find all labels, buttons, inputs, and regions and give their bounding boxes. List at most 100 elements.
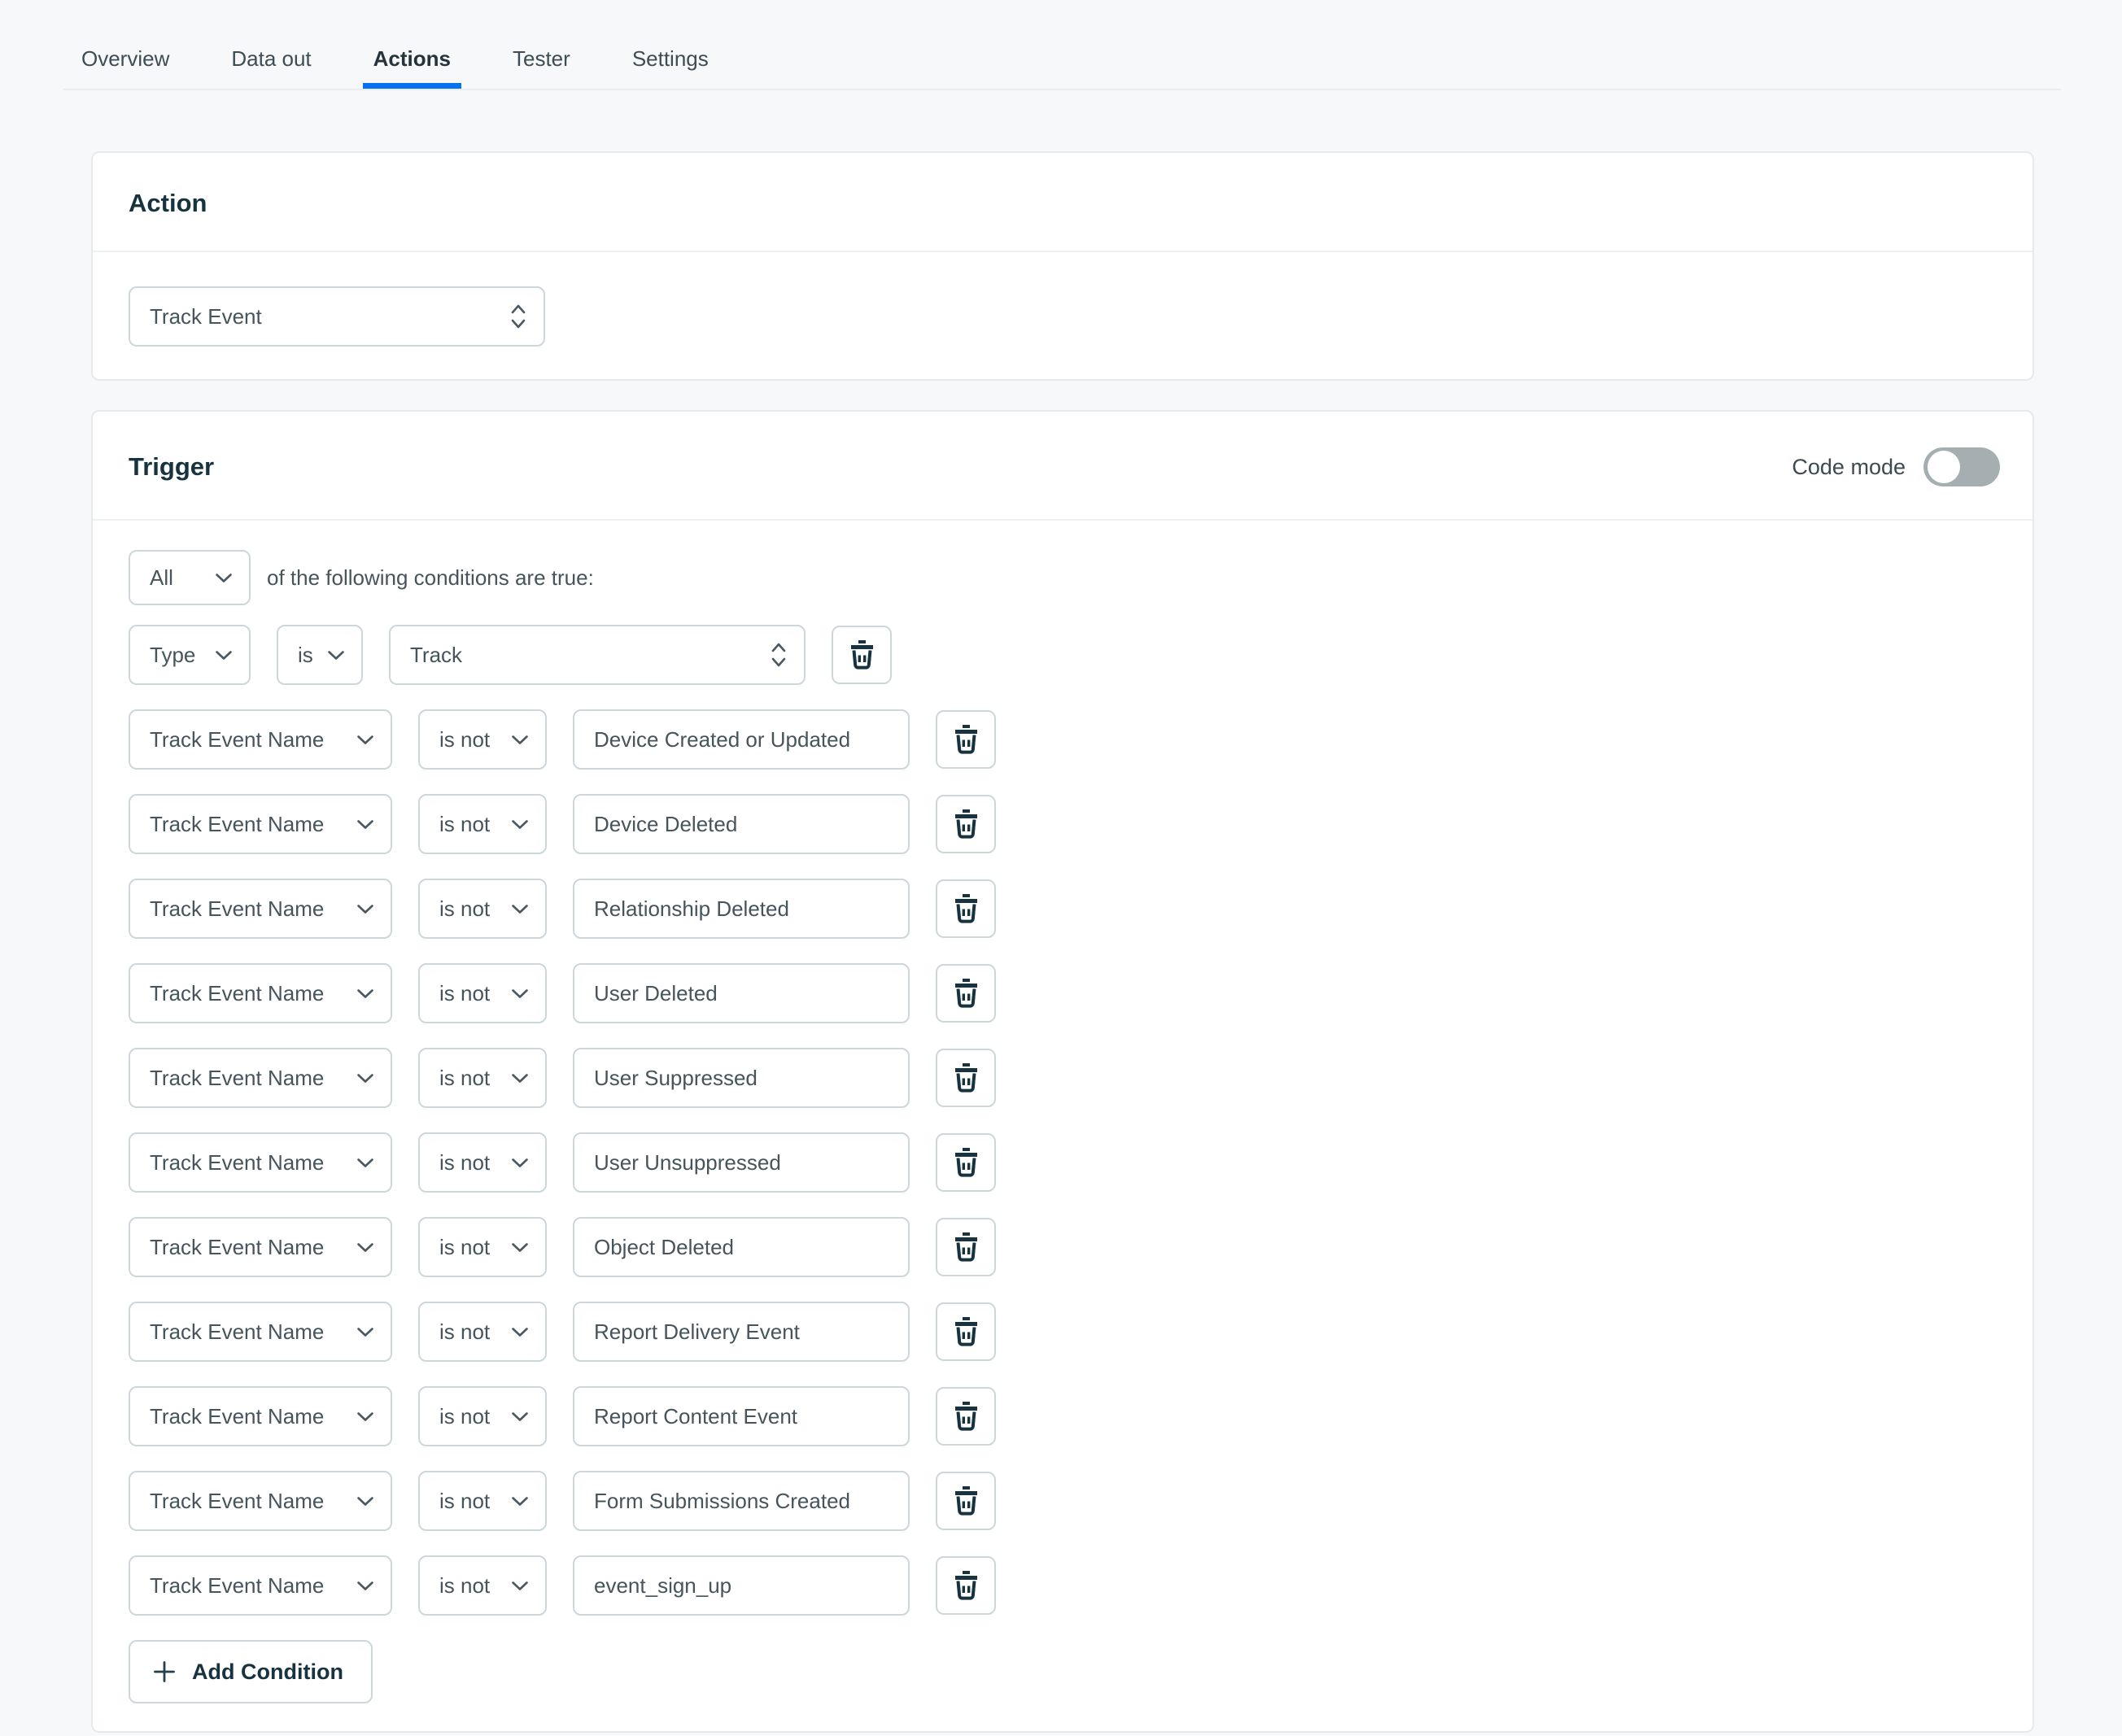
action-type-select[interactable]: Track Event [129, 286, 545, 347]
condition-operator-select[interactable]: is not [418, 1555, 547, 1616]
delete-condition-button[interactable] [936, 1387, 996, 1446]
condition-field-value: Track Event Name [150, 812, 324, 837]
tab-overview[interactable]: Overview [81, 46, 169, 72]
condition-value-field[interactable]: User Unsuppressed [573, 1132, 910, 1193]
condition-value-field[interactable]: Device Deleted [573, 794, 910, 854]
condition-field-select[interactable]: Track Event Name [129, 1555, 392, 1616]
condition-field-select[interactable]: Track Event Name [129, 1217, 392, 1277]
delete-condition-button[interactable] [936, 1302, 996, 1361]
delete-condition-button[interactable] [832, 626, 892, 684]
condition-row: Track Event Name is not User Suppressed [129, 1048, 1997, 1108]
condition-value-field[interactable]: Device Created or Updated [573, 709, 910, 770]
condition-value-field[interactable]: Relationship Deleted [573, 879, 910, 939]
condition-operator-select[interactable]: is not [418, 1132, 547, 1193]
condition-operator-select[interactable]: is not [418, 1048, 547, 1108]
condition-operator-select[interactable]: is not [418, 794, 547, 854]
condition-operator-value: is not [439, 1489, 490, 1514]
tab-data-out[interactable]: Data out [231, 46, 311, 72]
condition-value-text: Object Deleted [594, 1235, 734, 1260]
condition-value-field[interactable]: Report Delivery Event [573, 1302, 910, 1362]
action-card: Action Track Event [91, 151, 2034, 381]
condition-field-value: Track Event Name [150, 1150, 324, 1176]
condition-field-value: Track Event Name [150, 1489, 324, 1514]
plus-icon [151, 1659, 177, 1685]
chevron-down-icon [511, 1581, 529, 1591]
condition-field-select[interactable]: Track Event Name [129, 1132, 392, 1193]
delete-condition-button[interactable] [936, 1218, 996, 1276]
condition-value-field[interactable]: User Deleted [573, 963, 910, 1023]
condition-operator-select[interactable]: is not [418, 1386, 547, 1446]
delete-condition-button[interactable] [936, 1556, 996, 1615]
condition-operator-value: is not [439, 1066, 490, 1091]
condition-operator-select[interactable]: is not [418, 1471, 547, 1531]
condition-value-field[interactable]: Form Submissions Created [573, 1471, 910, 1531]
chevron-down-icon [511, 1327, 529, 1337]
condition-value-text: Report Delivery Event [594, 1319, 800, 1345]
condition-value-field[interactable]: event_sign_up [573, 1555, 910, 1616]
tab-settings[interactable]: Settings [632, 46, 709, 72]
delete-condition-button[interactable] [936, 1133, 996, 1192]
condition-row: Track Event Name is not Object Deleted [129, 1217, 1997, 1277]
condition-operator-select[interactable]: is not [418, 879, 547, 939]
delete-condition-button[interactable] [936, 1472, 996, 1530]
condition-field-value: Track Event Name [150, 981, 324, 1006]
condition-field-select[interactable]: Track Event Name [129, 794, 392, 854]
condition-value-text: Relationship Deleted [594, 896, 789, 922]
condition-row: Track Event Name is not Form Submissions… [129, 1471, 1997, 1531]
chevron-down-icon [356, 1327, 374, 1337]
condition-field-value: Track Event Name [150, 1319, 324, 1345]
condition-value-field[interactable]: Track [389, 625, 806, 685]
condition-field-value: Track Event Name [150, 1066, 324, 1091]
condition-field-select[interactable]: Track Event Name [129, 709, 392, 770]
tab-bar: Overview Data out Actions Tester Setting… [0, 0, 2122, 90]
chevron-down-icon [356, 1496, 374, 1507]
condition-value-text: User Suppressed [594, 1066, 758, 1091]
condition-value-field[interactable]: Report Content Event [573, 1386, 910, 1446]
condition-row: Track Event Name is not Report Content E… [129, 1386, 1997, 1446]
chevron-down-icon [356, 904, 374, 914]
condition-operator-select[interactable]: is not [418, 1217, 547, 1277]
chevron-down-icon [215, 650, 233, 661]
condition-value-field[interactable]: Object Deleted [573, 1217, 910, 1277]
condition-operator-select[interactable]: is not [418, 1302, 547, 1362]
condition-row: Track Event Name is not User Unsuppresse… [129, 1132, 1997, 1193]
condition-field-select[interactable]: Track Event Name [129, 879, 392, 939]
condition-field-select[interactable]: Track Event Name [129, 1048, 392, 1108]
condition-value-text: Device Created or Updated [594, 727, 850, 752]
chevron-down-icon [356, 1411, 374, 1422]
condition-field-select[interactable]: Type [129, 625, 251, 685]
condition-operator-select[interactable]: is not [418, 963, 547, 1023]
trash-icon [951, 1231, 981, 1264]
condition-field-value: Track Event Name [150, 727, 324, 752]
delete-condition-button[interactable] [936, 964, 996, 1023]
delete-condition-button[interactable] [936, 710, 996, 769]
add-condition-button[interactable]: Add Condition [129, 1640, 373, 1703]
condition-operator-select[interactable]: is not [418, 709, 547, 770]
action-card-title: Action [129, 189, 207, 218]
condition-operator-value: is not [439, 812, 490, 837]
condition-operator-value: is not [439, 1573, 490, 1599]
condition-value-text: Report Content Event [594, 1404, 797, 1429]
trash-icon [951, 808, 981, 841]
tab-tester[interactable]: Tester [513, 46, 570, 72]
chevron-down-icon [215, 573, 233, 583]
delete-condition-button[interactable] [936, 1049, 996, 1107]
tab-actions[interactable]: Actions [373, 46, 451, 72]
match-type-select[interactable]: All [129, 550, 251, 605]
trash-icon [951, 1062, 981, 1095]
trash-icon [951, 1569, 981, 1603]
condition-field-select[interactable]: Track Event Name [129, 1302, 392, 1362]
condition-operator-select[interactable]: is [277, 625, 363, 685]
condition-value-text: User Unsuppressed [594, 1150, 781, 1176]
delete-condition-button[interactable] [936, 795, 996, 853]
condition-field-select[interactable]: Track Event Name [129, 1471, 392, 1531]
conditions-list: Type is Track [129, 625, 1997, 1616]
code-mode-toggle[interactable] [1923, 447, 2000, 486]
chevron-down-icon [511, 735, 529, 745]
condition-value-field[interactable]: User Suppressed [573, 1048, 910, 1108]
condition-field-value: Track Event Name [150, 1573, 324, 1599]
delete-condition-button[interactable] [936, 879, 996, 938]
condition-field-select[interactable]: Track Event Name [129, 963, 392, 1023]
condition-field-select[interactable]: Track Event Name [129, 1386, 392, 1446]
action-type-select-value: Track Event [150, 304, 262, 329]
